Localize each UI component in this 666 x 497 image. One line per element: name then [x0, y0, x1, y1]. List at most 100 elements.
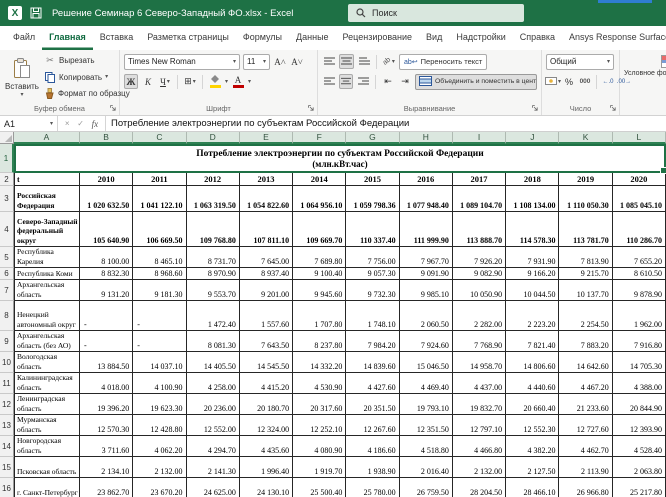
- row-header-5[interactable]: 5: [0, 247, 14, 268]
- cut-button[interactable]: ✂ Вырезать: [44, 54, 115, 67]
- row-header-8[interactable]: 8: [0, 301, 14, 331]
- cell-H9[interactable]: 7 924.60: [400, 331, 453, 352]
- cell-I3[interactable]: 1 089 104.70: [453, 186, 506, 212]
- ribbon-tab-Ansys Response Surface[interactable]: Ansys Response Surface: [562, 26, 666, 50]
- cell-A8[interactable]: Ненецкий автономный округ: [14, 301, 80, 331]
- cell-K16[interactable]: 26 966.80: [559, 478, 612, 497]
- cell-F14[interactable]: 4 080.90: [293, 436, 346, 457]
- cell-A4[interactable]: Северо-Западный федеральный округ: [14, 212, 80, 247]
- align-left-button[interactable]: [322, 74, 336, 89]
- insert-function-icon[interactable]: fx: [92, 119, 99, 129]
- row-header-4[interactable]: 4: [0, 212, 14, 247]
- cell-F13[interactable]: 12 252.10: [293, 415, 346, 436]
- format-painter-button[interactable]: Формат по образцу: [44, 87, 115, 100]
- cell-F2[interactable]: 2014: [293, 173, 346, 186]
- cell-L9[interactable]: 7 916.80: [613, 331, 666, 352]
- cell-H12[interactable]: 19 793.10: [400, 394, 453, 415]
- column-header-F[interactable]: F: [293, 132, 346, 144]
- cell-E5[interactable]: 7 645.00: [240, 247, 293, 268]
- cell-K9[interactable]: 7 883.20: [559, 331, 612, 352]
- cell-C12[interactable]: 19 623.30: [133, 394, 186, 415]
- cell-I14[interactable]: 4 466.80: [453, 436, 506, 457]
- dialog-launcher-icon[interactable]: [610, 105, 616, 111]
- font-name-select[interactable]: Times New Roman▾: [124, 54, 240, 70]
- cell-B6[interactable]: 8 832.30: [80, 268, 133, 280]
- cell-L13[interactable]: 12 393.90: [613, 415, 666, 436]
- column-header-H[interactable]: H: [400, 132, 453, 144]
- cell-E2[interactable]: 2013: [240, 173, 293, 186]
- cell-H4[interactable]: 111 999.90: [400, 212, 453, 247]
- cell-J14[interactable]: 4 382.20: [506, 436, 559, 457]
- cell-I10[interactable]: 14 958.70: [453, 352, 506, 373]
- cell-J12[interactable]: 20 660.40: [506, 394, 559, 415]
- cell-B5[interactable]: 8 100.00: [80, 247, 133, 268]
- cell-L16[interactable]: 25 217.80: [613, 478, 666, 497]
- cell-L2[interactable]: 2020: [613, 173, 666, 186]
- cell-K6[interactable]: 9 215.70: [559, 268, 612, 280]
- cell-F11[interactable]: 4 530.90: [293, 373, 346, 394]
- cell-D9[interactable]: 8 081.30: [187, 331, 240, 352]
- ribbon-tab-Надстройки[interactable]: Надстройки: [449, 26, 512, 50]
- cell-A16[interactable]: г. Санкт-Петербург: [14, 478, 80, 497]
- cell-C2[interactable]: 2011: [133, 173, 186, 186]
- column-header-A[interactable]: A: [14, 132, 80, 144]
- cell-K10[interactable]: 14 642.60: [559, 352, 612, 373]
- cell-H14[interactable]: 4 518.80: [400, 436, 453, 457]
- cell-B13[interactable]: 12 570.30: [80, 415, 133, 436]
- bold-button[interactable]: Ж: [124, 74, 138, 89]
- cell-B16[interactable]: 23 862.70: [80, 478, 133, 497]
- row-header-2[interactable]: 2: [0, 173, 14, 186]
- font-color-button[interactable]: А: [231, 74, 245, 89]
- column-header-G[interactable]: G: [346, 132, 399, 144]
- cell-G6[interactable]: 9 057.30: [346, 268, 399, 280]
- percent-style-button[interactable]: %: [562, 74, 576, 89]
- cell-A1-title[interactable]: Потребление электроэнергии по субъектам …: [14, 144, 666, 173]
- column-header-L[interactable]: L: [613, 132, 666, 144]
- cell-J4[interactable]: 114 578.30: [506, 212, 559, 247]
- cell-E7[interactable]: 9 201.00: [240, 280, 293, 301]
- cell-B10[interactable]: 13 884.50: [80, 352, 133, 373]
- cell-K11[interactable]: 4 467.20: [559, 373, 612, 394]
- align-center-button[interactable]: [339, 74, 353, 89]
- cell-D14[interactable]: 4 294.70: [187, 436, 240, 457]
- cell-J3[interactable]: 1 108 134.00: [506, 186, 559, 212]
- dialog-launcher-icon[interactable]: [308, 105, 314, 111]
- cell-B15[interactable]: 2 134.10: [80, 457, 133, 478]
- ribbon-tab-Главная[interactable]: Главная: [42, 26, 93, 50]
- merge-center-button[interactable]: Объединить и поместить в центре ▾: [415, 74, 537, 90]
- cell-G14[interactable]: 4 186.60: [346, 436, 399, 457]
- column-header-J[interactable]: J: [506, 132, 559, 144]
- cell-I7[interactable]: 10 050.90: [453, 280, 506, 301]
- cell-K2[interactable]: 2019: [559, 173, 612, 186]
- increase-decimal-button[interactable]: ←.0: [601, 74, 615, 89]
- align-top-button[interactable]: [322, 54, 336, 69]
- font-size-select[interactable]: 11▾: [243, 54, 270, 70]
- cell-G12[interactable]: 20 351.50: [346, 394, 399, 415]
- cell-I12[interactable]: 19 832.70: [453, 394, 506, 415]
- cell-D7[interactable]: 9 553.70: [187, 280, 240, 301]
- cell-E11[interactable]: 4 415.20: [240, 373, 293, 394]
- cell-J16[interactable]: 28 466.10: [506, 478, 559, 497]
- cell-H15[interactable]: 2 016.40: [400, 457, 453, 478]
- cell-E8[interactable]: 1 557.60: [240, 301, 293, 331]
- cell-F8[interactable]: 1 707.80: [293, 301, 346, 331]
- cell-L12[interactable]: 20 844.90: [613, 394, 666, 415]
- cell-B14[interactable]: 3 711.60: [80, 436, 133, 457]
- cell-A7[interactable]: Архангельская область: [14, 280, 80, 301]
- borders-button[interactable]: ⊞▾: [183, 74, 197, 89]
- cell-K7[interactable]: 10 137.70: [559, 280, 612, 301]
- cell-C13[interactable]: 12 428.80: [133, 415, 186, 436]
- cell-G10[interactable]: 14 839.60: [346, 352, 399, 373]
- cell-G8[interactable]: 1 748.10: [346, 301, 399, 331]
- cell-J6[interactable]: 9 166.20: [506, 268, 559, 280]
- cell-C5[interactable]: 8 465.10: [133, 247, 186, 268]
- cell-E6[interactable]: 8 937.40: [240, 268, 293, 280]
- ribbon-tab-Формулы[interactable]: Формулы: [236, 26, 289, 50]
- column-header-K[interactable]: K: [559, 132, 612, 144]
- orientation-button[interactable]: ab▾: [382, 54, 396, 69]
- cell-J9[interactable]: 7 821.40: [506, 331, 559, 352]
- cell-K4[interactable]: 113 781.70: [559, 212, 612, 247]
- cell-L3[interactable]: 1 085 045.10: [613, 186, 666, 212]
- cell-D10[interactable]: 14 405.50: [187, 352, 240, 373]
- cell-C14[interactable]: 4 062.20: [133, 436, 186, 457]
